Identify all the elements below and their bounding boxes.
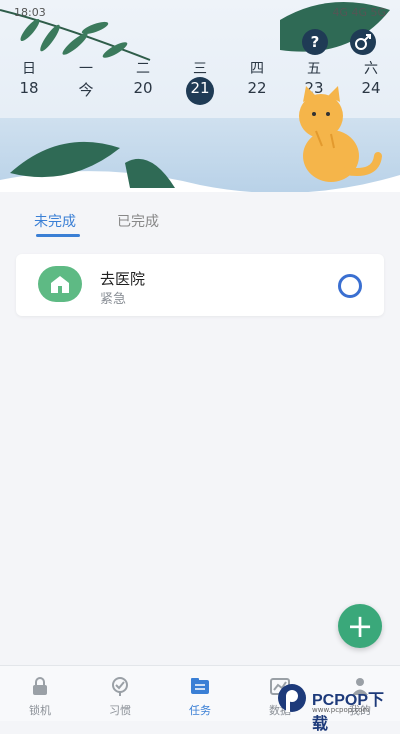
task-category-icon: [38, 266, 82, 302]
leaf-decoration-bottom: [10, 141, 175, 188]
date-item-selected[interactable]: 21: [180, 79, 220, 97]
date-item-today[interactable]: 今: [66, 79, 106, 100]
pcpop-logo-icon: [278, 684, 306, 712]
calendar-header: 18:03 4G 4G 5G ? 日 一 二 三 四 五 六 18 今 20 2…: [0, 0, 400, 192]
watermark-url: www.pcpop.com: [312, 706, 370, 714]
nav-item-task[interactable]: 任务: [160, 666, 240, 721]
add-task-button[interactable]: +: [338, 604, 382, 648]
status-time: 18:03: [14, 6, 46, 19]
gender-icon: [355, 34, 371, 50]
nav-label: 锁机: [29, 704, 51, 717]
task-priority: 紧急: [100, 292, 127, 307]
task-title: 去医院: [100, 270, 146, 288]
weekday-label: 二: [136, 61, 150, 77]
nav-item-lock[interactable]: 锁机: [0, 666, 80, 721]
tab-completed[interactable]: 已完成: [117, 211, 159, 231]
weekday-label: 六: [364, 61, 378, 77]
date-item[interactable]: 18: [9, 79, 49, 97]
task-complete-checkbox[interactable]: [338, 274, 362, 298]
weekday-label: 日: [22, 61, 36, 77]
weekday-label: 四: [250, 61, 264, 77]
gender-button[interactable]: [350, 29, 376, 55]
weekday-label: 三: [193, 61, 207, 77]
date-item[interactable]: 20: [123, 79, 163, 97]
status-signal: 4G 4G 5G: [332, 6, 386, 19]
habit-icon: [112, 677, 128, 696]
nav-label: 习惯: [109, 704, 131, 717]
lock-icon: [33, 677, 47, 695]
nav-label: 任务: [189, 704, 211, 717]
active-tab-indicator: [36, 234, 80, 237]
tab-incomplete[interactable]: 未完成: [34, 211, 76, 231]
date-item[interactable]: 22: [237, 79, 277, 97]
weekday-label: 一: [79, 61, 93, 77]
weekday-row: 日 一 二 三 四 五 六: [0, 58, 400, 78]
weekday-label: 五: [307, 61, 321, 77]
plus-icon: +: [346, 607, 374, 645]
task-list-icon: [191, 678, 209, 694]
status-bar: 18:03 4G 4G 5G: [0, 0, 400, 26]
task-tabs: 未完成 已完成: [0, 205, 400, 241]
house-icon: [51, 276, 69, 293]
task-item[interactable]: 去医院 紧急: [16, 254, 384, 316]
pcpop-watermark: PCPOP下载 www.pcpop.com: [272, 680, 400, 733]
help-button[interactable]: ?: [302, 29, 328, 55]
nav-item-habit[interactable]: 习惯: [80, 666, 160, 721]
help-icon: ?: [310, 33, 320, 51]
